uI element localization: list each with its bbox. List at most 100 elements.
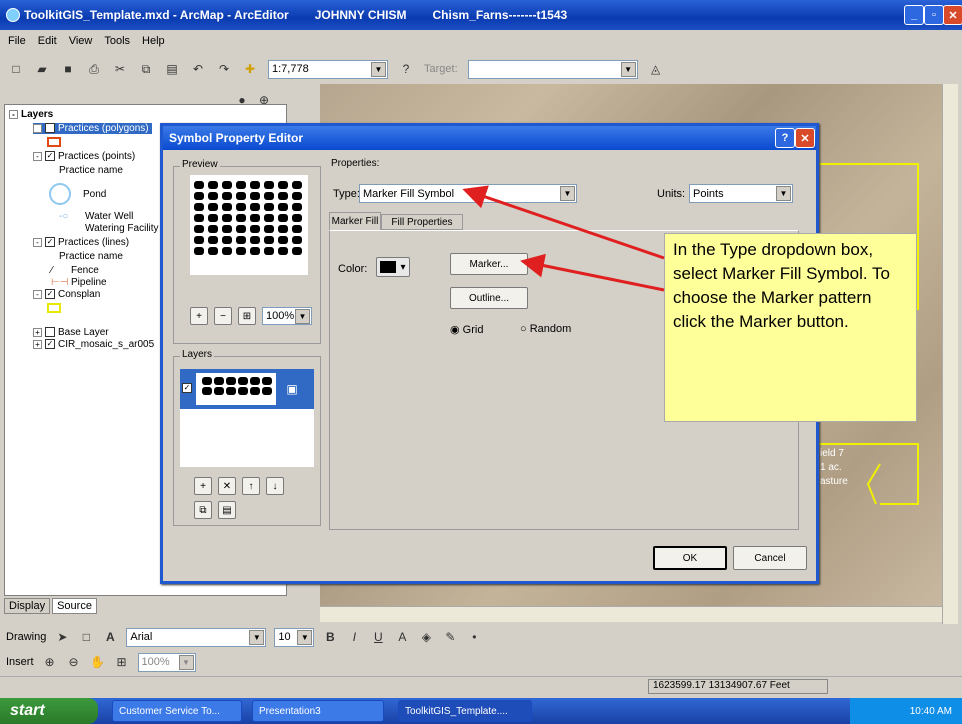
zoom-in-button[interactable]: + [190,307,208,325]
menu-file[interactable]: File [6,35,28,47]
layout-zoom-combo[interactable]: 100% ▼ [137,652,196,672]
line-color-icon[interactable]: ✎ [442,629,458,645]
tab-fill-properties[interactable]: Fill Properties [381,214,463,230]
chevron-down-icon[interactable]: ▼ [178,654,194,670]
add-layer-button[interactable]: + [194,477,212,495]
zoom-in-icon[interactable]: ⊕ [256,92,272,108]
maximize-button[interactable]: ▫ [924,5,944,25]
minimize-button[interactable]: _ [904,5,924,25]
grid-radio[interactable]: ◉ Grid [450,323,483,336]
chevron-down-icon[interactable]: ▼ [371,61,386,77]
menu-tools[interactable]: Tools [102,35,132,47]
lock-icon[interactable]: ▣ [284,381,300,397]
insert-menu[interactable]: Insert [6,656,34,668]
start-button[interactable]: start [0,698,98,724]
toc-item-consplan[interactable]: - ✓ Consplan [33,289,100,300]
chevron-down-icon[interactable]: ▼ [249,629,265,645]
random-radio[interactable]: ○ Random [520,323,571,335]
chevron-down-icon[interactable]: ▼ [776,186,791,201]
toc-item-base-layer[interactable]: + Base Layer [33,327,109,338]
marker-color-icon[interactable]: • [466,629,482,645]
task-presentation[interactable]: Presentation3 [252,700,384,722]
menu-view[interactable]: View [67,35,95,47]
toc-item-practices-lines[interactable]: - ✓ Practices (lines) [33,237,129,248]
zoom-out-page-icon[interactable]: ⊖ [66,654,82,670]
task-customer-service[interactable]: Customer Service To... [112,700,242,722]
dialog-close-button[interactable]: ✕ [795,128,815,148]
layer-row[interactable]: ✓ ▣ [180,369,314,409]
chevron-down-icon[interactable]: ▼ [295,309,310,324]
move-up-button[interactable]: ↑ [242,477,260,495]
add-data-icon[interactable]: ✚ [242,61,258,77]
zoom-whole-icon[interactable]: ⊞ [114,654,130,670]
menu-bar: File Edit View Tools Help [0,30,962,52]
close-button[interactable]: ✕ [943,5,962,25]
chevron-down-icon[interactable]: ▼ [560,186,575,201]
identify-icon[interactable]: ● [234,92,250,108]
polygon-symbol [47,137,61,147]
undo-icon[interactable]: ↶ [190,61,206,77]
pan-page-icon[interactable]: ✋ [90,654,106,670]
paste-layer-button[interactable]: ▤ [218,501,236,519]
color-picker[interactable]: ▾ [376,257,410,277]
redo-icon[interactable]: ↷ [216,61,232,77]
marker-dot [236,247,246,255]
toc-item-practices-points[interactable]: - ✓ Practices (points) [33,151,135,162]
font-name-combo[interactable]: Arial ▼ [126,627,267,647]
map-vertical-scrollbar[interactable] [942,84,958,624]
new-doc-icon[interactable]: □ [8,61,24,77]
task-toolkitgis[interactable]: ToolkitGIS_Template.... [398,700,532,722]
toc-item-practices-polygons[interactable]: - ✓ Practices (polygons) [33,123,152,134]
zoom-combo[interactable]: 100% ▼ [262,307,312,325]
font-color-icon[interactable]: A [394,629,410,645]
move-down-button[interactable]: ↓ [266,477,284,495]
drawing-menu[interactable]: Drawing [6,631,46,643]
save-icon[interactable]: ■ [60,61,76,77]
layer-visible-checkbox[interactable]: ✓ [182,383,192,393]
select-arrow-icon[interactable]: ➤ [54,629,70,645]
toc-item-cir-mosaic[interactable]: + ✓ CIR_mosaic_s_ar005 [33,339,154,350]
font-size-combo[interactable]: 10 ▼ [274,627,315,647]
target-combo[interactable]: ▼ [467,59,638,79]
marker-dot [264,247,274,255]
zoom-in-page-icon[interactable]: ⊕ [42,654,58,670]
menu-help[interactable]: Help [140,35,167,47]
tab-marker-fill[interactable]: Marker Fill [329,212,381,230]
print-icon[interactable]: ⎙ [86,61,102,77]
window-title-bar[interactable]: ToolkitGIS_Template.mxd - ArcMap - ArcEd… [0,0,962,30]
menu-edit[interactable]: Edit [36,35,59,47]
paste-icon[interactable]: ▤ [164,61,180,77]
map-horizontal-scrollbar[interactable] [320,606,942,622]
outline-button[interactable]: Outline... [450,287,528,309]
chevron-down-icon[interactable]: ▼ [620,61,636,77]
help-button[interactable]: ? [775,128,795,148]
copy-icon[interactable]: ⧉ [138,61,154,77]
editor-icon[interactable]: ◬ [648,61,664,77]
text-icon[interactable]: A [102,629,118,645]
open-icon[interactable]: ▰ [34,61,50,77]
zoom-out-button[interactable]: − [214,307,232,325]
water-well-icon: -○ [59,211,69,222]
toc-layers-row[interactable]: - Layers [9,109,53,120]
italic-icon[interactable]: I [346,629,362,645]
marker-dots [202,377,272,395]
fill-color-icon[interactable]: ◈ [418,629,434,645]
ok-button[interactable]: OK [653,546,727,570]
type-dropdown[interactable]: Marker Fill Symbol ▼ [359,184,577,203]
scale-combo[interactable]: 1:7,778 ▼ [268,59,388,79]
units-dropdown[interactable]: Points ▼ [689,184,793,203]
tab-display[interactable]: Display [4,598,51,614]
tab-source[interactable]: Source [52,598,97,614]
copy-layer-button[interactable]: ⧉ [194,501,212,519]
marker-button[interactable]: Marker... [450,253,528,275]
chevron-down-icon[interactable]: ▼ [297,629,313,645]
bold-icon[interactable]: B [322,629,338,645]
cut-icon[interactable]: ✂ [112,61,128,77]
dialog-title-bar[interactable]: Symbol Property Editor ? ✕ [163,126,816,150]
remove-layer-button[interactable]: ✕ [218,477,236,495]
rectangle-icon[interactable]: □ [78,629,94,645]
actual-size-button[interactable]: ⊞ [238,307,256,325]
cancel-button[interactable]: Cancel [733,546,807,570]
underline-icon[interactable]: U [370,629,386,645]
whats-this-icon[interactable]: ? [398,61,414,77]
